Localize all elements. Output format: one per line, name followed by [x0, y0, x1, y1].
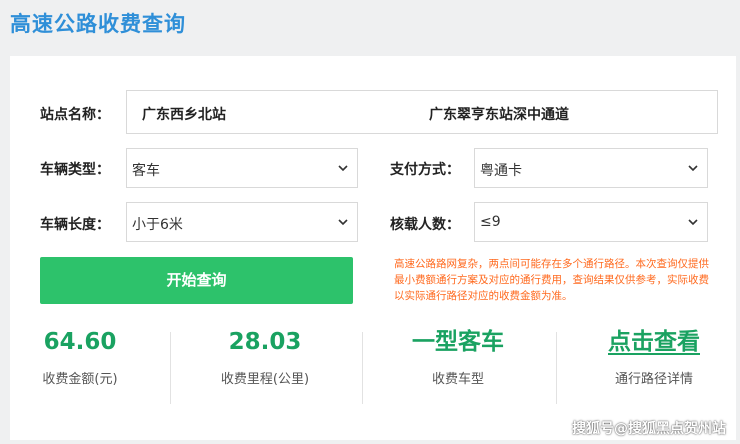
route-detail-stat: 点击查看 通行路径详情: [574, 326, 734, 387]
payment-value: 粤通卡: [480, 163, 522, 179]
station-input[interactable]: 广东西乡北站 广东翠亨东站深中通道: [126, 90, 718, 134]
distance-stat: 28.03 收费里程(公里): [185, 326, 345, 387]
passengers-value: ≤9: [480, 214, 501, 230]
fee-stat: 64.60 收费金额(元): [0, 326, 160, 387]
vehicle-class-value: 一型客车: [412, 329, 504, 355]
start-query-button[interactable]: 开始查询: [40, 257, 353, 304]
payment-select[interactable]: 粤通卡: [474, 148, 708, 188]
vehicle-length-select[interactable]: 小于6米: [126, 202, 358, 242]
distance-value: 28.03: [228, 329, 302, 355]
fee-label: 收费金额(元): [42, 372, 118, 387]
passengers-select[interactable]: ≤9: [474, 202, 708, 242]
payment-label: 支付方式：: [390, 162, 460, 178]
fee-value: 64.60: [43, 329, 117, 355]
vehicle-length-value: 小于6米: [132, 217, 183, 233]
view-route-link[interactable]: 点击查看: [574, 326, 734, 358]
watermark: 搜狐号@搜狐黑点贺州站: [572, 421, 726, 437]
chevron-down-icon: [687, 216, 699, 228]
vehicle-type-label: 车辆类型：: [40, 162, 110, 178]
station-to-value[interactable]: 广东翠亨东站深中通道: [429, 104, 569, 124]
chevron-down-icon: [337, 162, 349, 174]
chevron-down-icon: [687, 162, 699, 174]
divider: [170, 332, 171, 404]
station-label: 站点名称：: [40, 107, 110, 123]
divider: [556, 332, 557, 404]
route-notice: 高速公路路网复杂，两点间可能存在多个通行路径。本次查询仅提供最小费额通行方案及对…: [394, 258, 709, 302]
route-detail-label: 通行路径详情: [614, 372, 693, 387]
vehicle-length-label: 车辆长度：: [40, 217, 110, 233]
vehicle-class-label: 收费车型: [431, 372, 484, 387]
page-title: 高速公路收费查询: [10, 12, 186, 36]
vehicle-type-select[interactable]: 客车: [126, 148, 358, 188]
station-from-value[interactable]: 广东西乡北站: [142, 104, 226, 124]
distance-label: 收费里程(公里): [220, 372, 310, 387]
divider: [362, 332, 363, 404]
query-card: 站点名称： 广东西乡北站 广东翠亨东站深中通道 车辆类型： 客车 支付方式： 粤…: [10, 56, 736, 440]
vehicle-type-value: 客车: [132, 163, 160, 179]
chevron-down-icon: [337, 216, 349, 228]
passengers-label: 核载人数：: [390, 217, 460, 233]
vehicle-class-stat: 一型客车 收费车型: [378, 326, 538, 387]
